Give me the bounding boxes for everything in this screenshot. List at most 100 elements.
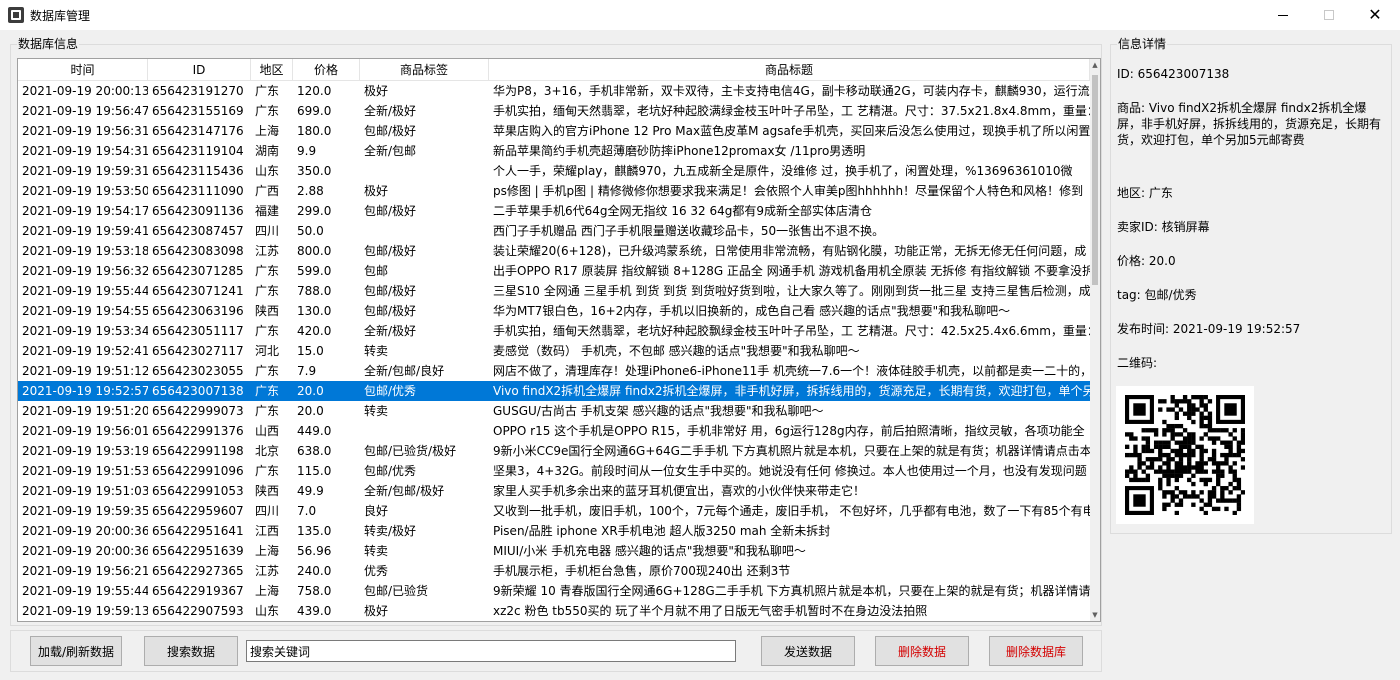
close-button[interactable]: ✕ (1352, 0, 1398, 30)
cell-time: 2021-09-19 20:00:13 (22, 84, 148, 98)
table-row[interactable]: 2021-09-19 19:53:18 656423083098 江苏 800.0 包邮… (18, 241, 1090, 261)
records-table[interactable]: 时间 ID 地区 价格 商品标签 商品标题 2021-09-19 20:00:1… (17, 58, 1101, 622)
cell-region: 陕西 (255, 484, 280, 498)
cell-time: 2021-09-19 19:52:41 (22, 344, 148, 358)
table-row[interactable]: 2021-09-19 19:52:57 656423007138 广东 20.0 包邮/… (18, 381, 1090, 401)
cell-time: 2021-09-19 19:51:12 (22, 364, 148, 378)
cell-id: 656422991096 (152, 464, 244, 478)
scroll-up-icon[interactable]: ▲ (1090, 59, 1100, 71)
column-header-region[interactable]: 地区 (251, 59, 293, 81)
load-refresh-button[interactable]: 加载/刷新数据 (30, 636, 122, 666)
search-button[interactable]: 搜索数据 (144, 636, 238, 666)
cell-time: 2021-09-19 19:53:34 (22, 324, 148, 338)
cell-id: 656422927365 (152, 564, 244, 578)
table-row[interactable]: 2021-09-19 19:56:32 656423071285 广东 599.0 包邮… (18, 261, 1090, 281)
maximize-icon (1324, 10, 1334, 20)
minimize-button[interactable] (1260, 0, 1306, 30)
cell-title: 网店不做了，清理库存！处理iPhone6-iPhone11手 机壳统一7.6一个… (493, 364, 1090, 378)
table-row[interactable]: 2021-09-19 19:51:20 656422999073 广东 20.0 转卖 G… (18, 401, 1090, 421)
table-row[interactable]: 2021-09-19 19:51:03 656422991053 陕西 49.9 全新/… (18, 481, 1090, 501)
cell-title: 华为MT7银白色，16+2内存，手机以旧换新的，成色自己看 感兴趣的话点"我想要… (493, 304, 1011, 318)
table-row[interactable]: 2021-09-19 19:59:31 656423115436 山东 350.0 个人… (18, 161, 1090, 181)
table-row[interactable]: 2021-09-19 19:51:53 656422991096 广东 115.0 包邮… (18, 461, 1090, 481)
cell-price: 699.0 (297, 104, 332, 118)
delete-database-button[interactable]: 删除数据库 (989, 636, 1083, 666)
table-row[interactable]: 2021-09-19 19:53:19 656422991198 北京 638.0 包邮… (18, 441, 1090, 461)
column-header-title[interactable]: 商品标题 (489, 59, 1090, 81)
table-row[interactable]: 2021-09-19 19:59:41 656423087457 四川 50.0 西门子… (18, 221, 1090, 241)
cell-price: 758.0 (297, 584, 332, 598)
cell-region: 广东 (255, 264, 280, 278)
cell-time: 2021-09-19 19:53:18 (22, 244, 148, 258)
cell-title: 西门子手机赠品 西门子手机限量赠送收藏珍品卡，50一张售出不退不换。 (493, 224, 885, 238)
cell-tags: 包邮/优秀 (364, 384, 417, 398)
table-row[interactable]: 2021-09-19 19:54:55 656423063196 陕西 130.0 包邮… (18, 301, 1090, 321)
table-row[interactable]: 2021-09-19 19:59:35 656422959607 四川 7.0 良好 又收… (18, 501, 1090, 521)
cell-tags: 包邮/极好 (364, 204, 417, 218)
maximize-button[interactable] (1306, 0, 1352, 30)
table-row[interactable]: 2021-09-19 19:59:13 656422907593 山东 439.0 极好… (18, 601, 1090, 621)
cell-price: 2.88 (297, 184, 324, 198)
cell-price: 350.0 (297, 164, 332, 178)
cell-tags: 全新/包邮/极好 (364, 484, 445, 498)
table-row[interactable]: 2021-09-19 19:52:41 656423027117 河北 15.0 转卖 麦… (18, 341, 1090, 361)
delete-data-button[interactable]: 删除数据 (875, 636, 969, 666)
cell-price: 180.0 (297, 124, 332, 138)
cell-time: 2021-09-19 19:59:35 (22, 504, 148, 518)
cell-region: 广东 (255, 384, 280, 398)
table-row[interactable]: 2021-09-19 20:00:13 656423191270 广东 120.0 极好… (18, 81, 1090, 101)
cell-id: 656423027117 (152, 344, 244, 358)
cell-region: 广东 (255, 284, 280, 298)
window-title: 数据库管理 (30, 9, 91, 23)
column-header-price[interactable]: 价格 (293, 59, 360, 81)
scroll-thumb[interactable] (1092, 75, 1098, 285)
cell-title: 装让荣耀20(6+128)，已升级鸿蒙系统，日常使用非常流畅，有贴钢化膜，功能正… (493, 244, 1087, 258)
table-scrollbar[interactable]: ▲ ▼ (1090, 59, 1100, 621)
cell-id: 656422907593 (152, 604, 244, 618)
cell-price: 56.96 (297, 544, 332, 558)
cell-id: 656423051117 (152, 324, 244, 338)
cell-id: 656423083098 (152, 244, 244, 258)
cell-region: 江西 (255, 524, 280, 538)
cell-id: 656422991198 (152, 444, 244, 458)
table-row[interactable]: 2021-09-19 20:00:36 656422951639 上海 56.96 转卖… (18, 541, 1090, 561)
cell-price: 20.0 (297, 384, 324, 398)
table-row[interactable]: 2021-09-19 19:53:50 656423111090 广西 2.88 极好 p… (18, 181, 1090, 201)
cell-id: 656422919367 (152, 584, 244, 598)
table-row[interactable]: 2021-09-19 19:54:17 656423091136 福建 299.0 包邮… (18, 201, 1090, 221)
cell-tags: 极好 (364, 184, 389, 198)
info-tag: tag: 包邮/优秀 (1117, 288, 1197, 302)
cell-region: 广东 (255, 324, 280, 338)
cell-region: 四川 (255, 224, 280, 238)
table-row[interactable]: 2021-09-19 19:55:44 656422919367 上海 758.0 包邮… (18, 581, 1090, 601)
cell-title: 家里人买手机多余出来的蓝牙耳机便宜出，喜欢的小伙伴快来带走它！ (493, 484, 866, 498)
minimize-icon (1278, 14, 1288, 16)
cell-time: 2021-09-19 19:59:31 (22, 164, 148, 178)
column-header-time[interactable]: 时间 (18, 59, 148, 81)
scroll-down-icon[interactable]: ▼ (1090, 609, 1100, 621)
cell-title: 新品苹果简约手机壳超薄磨砂防摔iPhone12promax女 /11pro男透明 (493, 144, 866, 158)
table-row[interactable]: 2021-09-19 19:53:34 656423051117 广东 420.0 全新… (18, 321, 1090, 341)
cell-title: 麦感觉（数码） 手机壳，不包邮 感兴趣的话点"我想要"和我私聊吧～ (493, 344, 860, 358)
send-data-button[interactable]: 发送数据 (761, 636, 855, 666)
table-row[interactable]: 2021-09-19 20:00:36 656422951641 江西 135.0 转卖… (18, 521, 1090, 541)
column-header-id[interactable]: ID (148, 59, 251, 81)
cell-id: 656422951639 (152, 544, 244, 558)
table-row[interactable]: 2021-09-19 19:56:47 656423155169 广东 699.0 全新… (18, 101, 1090, 121)
cell-id: 656422959607 (152, 504, 244, 518)
cell-title: 又收到一批手机，废旧手机，100个，7元每个通走，废旧手机， 不包好坏，几乎都有… (493, 504, 1090, 518)
cell-id: 656422999073 (152, 404, 244, 418)
column-header-tags[interactable]: 商品标签 (360, 59, 489, 81)
cell-id: 656422991053 (152, 484, 244, 498)
cell-time: 2021-09-19 19:56:32 (22, 264, 148, 278)
table-row[interactable]: 2021-09-19 19:51:12 656423023055 广东 7.9 全新/包… (18, 361, 1090, 381)
table-row[interactable]: 2021-09-19 19:56:31 656423147176 上海 180.0 包邮… (18, 121, 1090, 141)
table-row[interactable]: 2021-09-19 19:54:31 656423119104 湖南 9.9 全新/包… (18, 141, 1090, 161)
cell-tags: 极好 (364, 604, 389, 618)
cell-time: 2021-09-19 19:55:44 (22, 584, 148, 598)
table-row[interactable]: 2021-09-19 19:56:21 656422927365 江苏 240.0 优秀… (18, 561, 1090, 581)
table-row[interactable]: 2021-09-19 19:56:01 656422991376 山西 449.0 OP… (18, 421, 1090, 441)
table-row[interactable]: 2021-09-19 19:55:44 656423071241 广东 788.0 包邮… (18, 281, 1090, 301)
search-input[interactable] (246, 640, 736, 662)
cell-id: 656423023055 (152, 364, 244, 378)
